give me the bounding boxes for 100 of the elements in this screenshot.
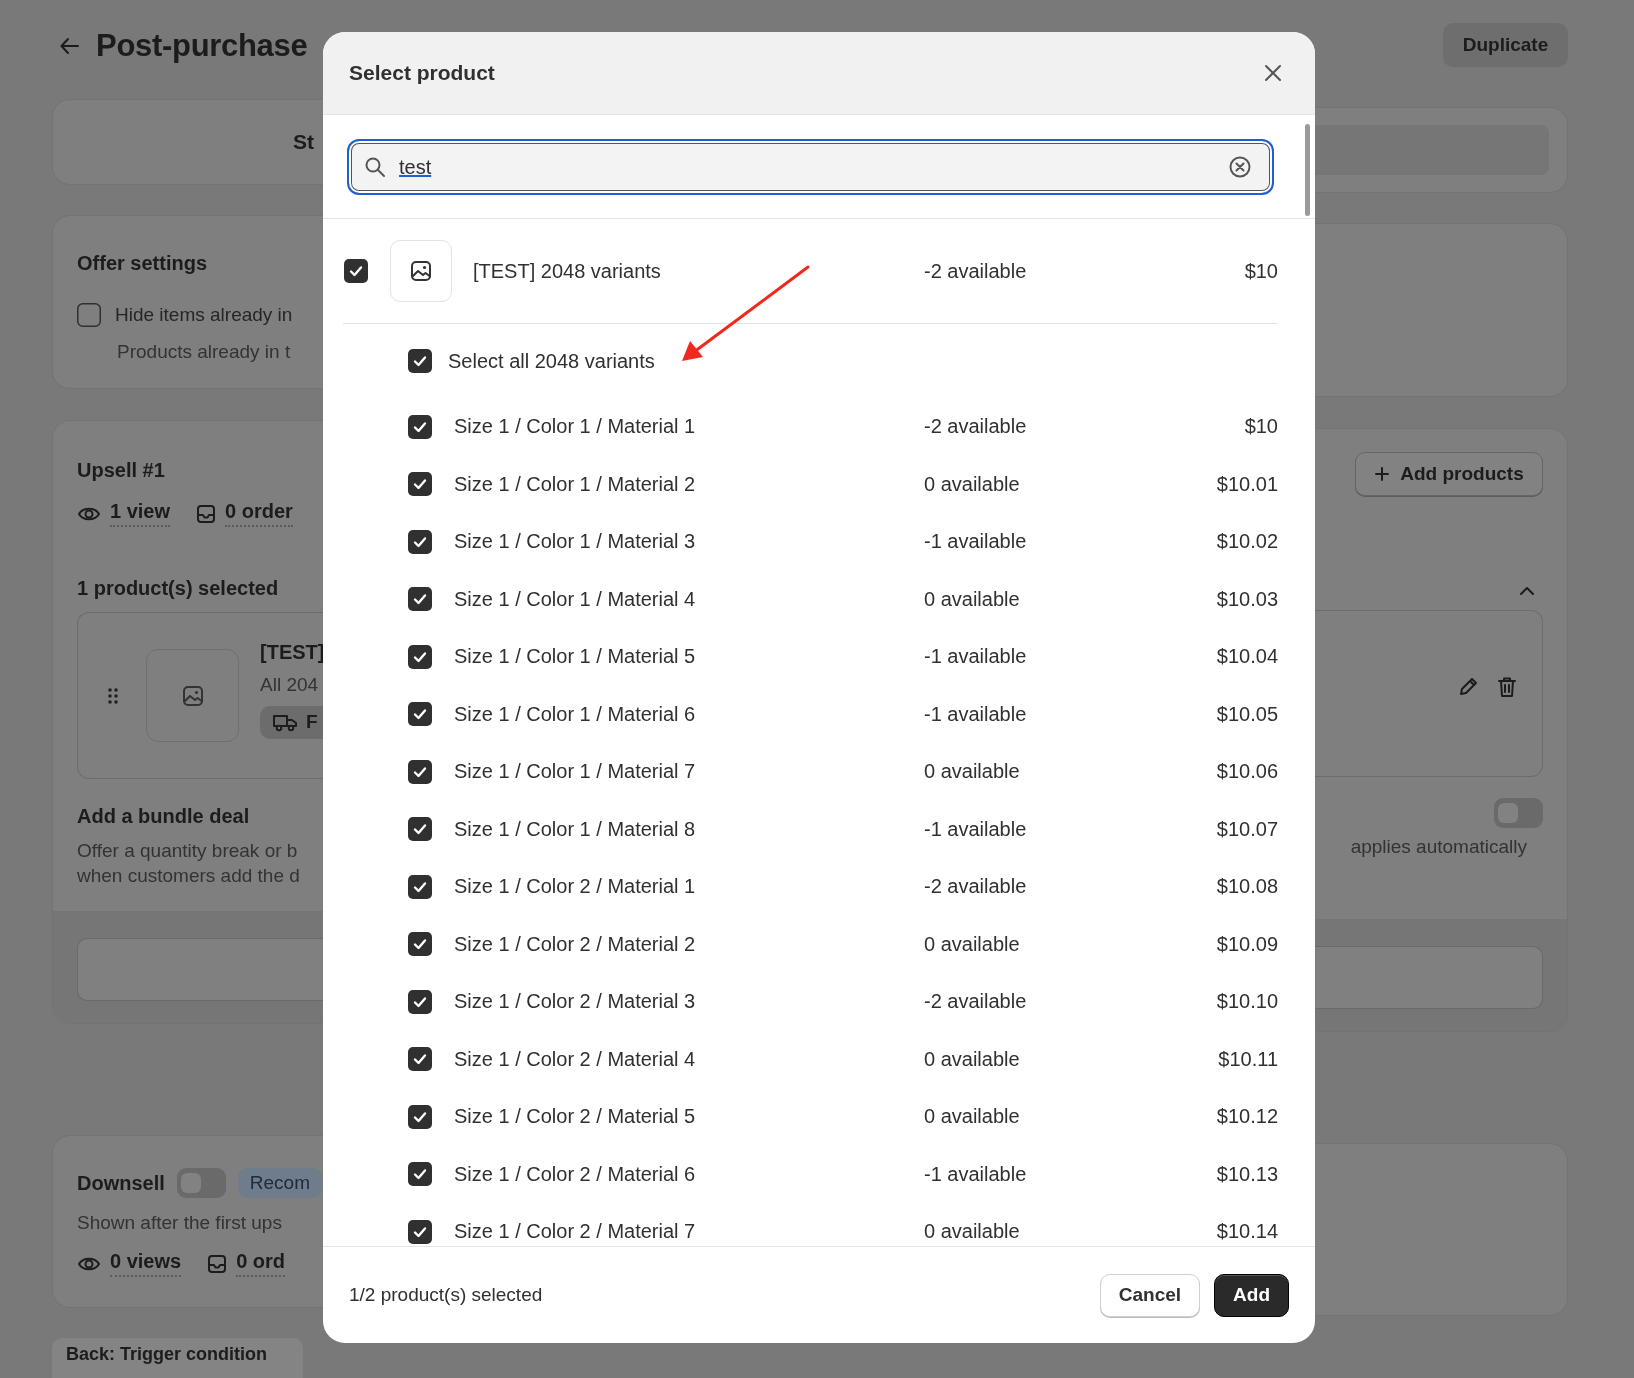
inbox-icon — [196, 503, 217, 524]
search-field[interactable]: test — [347, 139, 1274, 195]
scrollbar[interactable] — [1305, 124, 1310, 216]
back-button[interactable]: Back: Trigger condition — [52, 1338, 303, 1378]
help-text: Products already in t — [117, 341, 292, 363]
variant-name: Size 1 / Color 1 / Material 7 — [454, 760, 697, 784]
drag-handle-icon[interactable] — [107, 686, 119, 705]
stat-value[interactable]: 0 ord — [236, 1250, 286, 1277]
truck-icon — [272, 712, 298, 732]
availability: 0 available — [924, 760, 1021, 784]
checkbox-label: Select all 2048 variants — [448, 349, 655, 373]
toggle-switch[interactable] — [176, 1168, 226, 1198]
checkbox[interactable] — [408, 702, 432, 727]
availability: 0 available — [924, 1220, 1021, 1244]
clear-icon[interactable] — [1228, 155, 1252, 179]
variant-name: Size 1 / Color 1 / Material 8 — [454, 817, 697, 841]
variant-summary: All 204 — [260, 673, 320, 696]
plus-icon — [1374, 466, 1391, 482]
input-field[interactable] — [77, 938, 323, 1001]
checkbox[interactable] — [408, 1047, 432, 1072]
search-icon — [364, 156, 386, 178]
checkbox[interactable] — [408, 759, 432, 784]
badge-text: F — [306, 711, 318, 733]
price: $10.14 — [1215, 1220, 1278, 1244]
price: $10.02 — [1215, 530, 1278, 554]
price: $10.06 — [1215, 760, 1278, 784]
product-name: [TEST] 2048 variants — [473, 259, 662, 283]
section-title: Add a bundle deal — [77, 805, 251, 828]
price: $10.08 — [1215, 875, 1278, 899]
checkbox[interactable] — [408, 1104, 432, 1129]
availability: -1 available — [924, 817, 1028, 841]
toggle-switch[interactable] — [1494, 798, 1543, 828]
price: $10.09 — [1215, 932, 1278, 956]
variant-name: Size 1 / Color 2 / Material 3 — [454, 990, 697, 1014]
price: $10.12 — [1215, 1105, 1278, 1129]
checkbox[interactable] — [344, 259, 368, 283]
checkbox[interactable] — [408, 414, 432, 439]
price: $10.07 — [1215, 817, 1278, 841]
checkbox[interactable] — [77, 303, 101, 327]
input-field[interactable] — [1315, 946, 1543, 1009]
price: $10.10 — [1215, 990, 1278, 1014]
availability: -2 available — [924, 990, 1028, 1014]
variant-name: Size 1 / Color 2 / Material 6 — [454, 1162, 697, 1186]
availability: -1 available — [924, 530, 1028, 554]
checkbox[interactable] — [408, 874, 432, 899]
availability: 0 available — [924, 1105, 1021, 1129]
section-title: Downsell — [77, 1171, 165, 1195]
checkbox[interactable] — [408, 989, 432, 1014]
duplicate-button[interactable]: Duplicate — [1443, 23, 1568, 67]
variant-name: Size 1 / Color 2 / Material 1 — [454, 875, 697, 899]
dialog-title: Select product — [349, 61, 495, 85]
selection-count: 1/2 product(s) selected — [349, 1284, 543, 1306]
stat-value[interactable]: 0 views — [110, 1250, 182, 1277]
checkbox-label: Hide items already in — [115, 304, 293, 326]
availability: -1 available — [924, 645, 1028, 669]
checkbox[interactable] — [408, 472, 432, 497]
checkbox[interactable] — [408, 932, 432, 957]
page-title: Post-purchase — [96, 28, 308, 64]
price: $10.04 — [1215, 645, 1278, 669]
cancel-button[interactable]: Cancel — [1099, 1273, 1201, 1317]
price: $10.13 — [1215, 1162, 1278, 1186]
chevron-up-icon[interactable] — [1519, 586, 1535, 596]
add-button[interactable]: Add — [1214, 1273, 1289, 1317]
add-products-button[interactable]: Add products — [1355, 452, 1543, 496]
checkbox[interactable] — [408, 644, 432, 669]
variant-name: Size 1 / Color 1 / Material 4 — [454, 587, 697, 611]
image-icon — [181, 684, 204, 707]
checkbox[interactable] — [408, 1219, 432, 1244]
stat-value[interactable]: 0 order — [225, 500, 293, 527]
close-icon[interactable] — [1263, 63, 1283, 83]
section-title: Offer settings — [77, 252, 209, 275]
pencil-icon[interactable] — [1457, 675, 1479, 698]
inbox-icon — [207, 1253, 228, 1274]
description: applies automatically — [1350, 836, 1527, 858]
variant-name: Size 1 / Color 2 / Material 2 — [454, 932, 697, 956]
checkbox[interactable] — [408, 817, 432, 842]
checkbox[interactable] — [408, 1162, 432, 1187]
status-badge: Recom — [237, 1168, 322, 1198]
checkbox[interactable] — [408, 587, 432, 612]
variant-name: Size 1 / Color 2 / Material 7 — [454, 1220, 697, 1244]
variant-name: Size 1 / Color 1 / Material 1 — [454, 415, 697, 439]
image-icon — [410, 260, 432, 282]
price: $10.11 — [1217, 1047, 1278, 1071]
variant-name: Size 1 / Color 2 / Material 4 — [454, 1047, 697, 1071]
trash-icon[interactable] — [1497, 675, 1517, 698]
description: Offer a quantity break or b when customers add the d — [77, 839, 301, 888]
checkbox[interactable] — [408, 529, 432, 554]
availability: 0 available — [924, 472, 1021, 496]
price: $10.01 — [1215, 472, 1278, 496]
checkbox[interactable] — [408, 349, 432, 373]
availability: -1 available — [924, 702, 1028, 726]
stat-value[interactable]: 1 view — [110, 500, 171, 527]
section-title: Upsell #1 — [77, 459, 166, 482]
variant-name: Size 1 / Color 1 / Material 6 — [454, 702, 697, 726]
price: $10 — [1243, 415, 1278, 439]
product-name: [TEST] — [260, 640, 323, 664]
description: Shown after the first ups — [77, 1212, 283, 1234]
availability: -1 available — [924, 1162, 1028, 1186]
availability: -2 available — [924, 415, 1028, 439]
selection-label: 1 product(s) selected — [77, 577, 280, 600]
